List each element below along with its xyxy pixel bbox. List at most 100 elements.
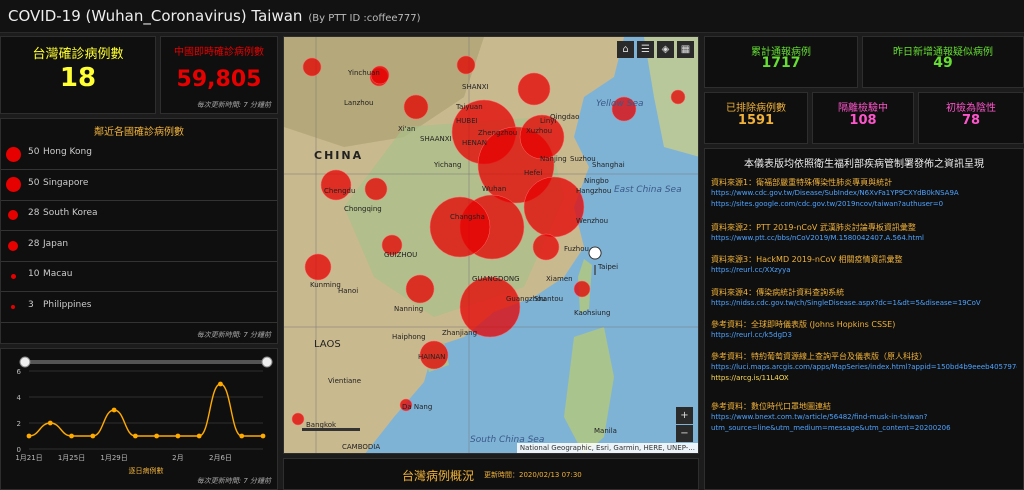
map-label-chongqing: Chongqing	[344, 205, 382, 213]
neighbor-count: 50	[28, 177, 40, 188]
case-bubble[interactable]	[403, 94, 429, 120]
stat-card-in-quarantine: 隔離檢驗中 108	[812, 92, 914, 144]
stat-card-total-reported: 累計通報病例 1717	[704, 36, 858, 88]
data-point	[175, 433, 181, 439]
map-label-xuzhou: Xuzhou	[526, 127, 553, 135]
source-link[interactable]: https://www.cdc.gov.tw/Disease/SubIndex/…	[711, 188, 1017, 199]
basemap-gallery-icon[interactable]: ▦	[677, 41, 694, 58]
case-bubble[interactable]	[429, 196, 491, 258]
case-bubble[interactable]	[459, 276, 521, 338]
case-bubble[interactable]	[302, 57, 322, 77]
map-label-haiphong: Haiphong	[392, 333, 426, 341]
neighbor-countries-panel: 鄰近各國確診病例數 50 Hong Kong 50 Singapore 28 South …	[0, 118, 278, 344]
case-bubble[interactable]	[573, 280, 591, 298]
overview-updated: 更新時間：2020/02/13 07:30	[484, 471, 582, 479]
data-point	[132, 433, 138, 439]
map-label-chengdu: Chengdu	[324, 187, 356, 195]
neighbor-row[interactable]: 28 South Korea	[1, 200, 277, 231]
neighbor-name: Philippines	[43, 299, 92, 310]
source-link[interactable]: https://reurl.cc/XXzyya	[711, 265, 1017, 276]
case-bubble[interactable]	[364, 177, 388, 201]
x-tick-label: 2月6日	[209, 454, 232, 462]
sea-label-east-china-sea: East China Sea	[614, 185, 682, 195]
map-label-nanning: Nanning	[394, 305, 424, 313]
y-tick-label: 0	[17, 446, 21, 454]
stat-card-excluded: 已排除病例數 1591	[704, 92, 808, 144]
layers-icon[interactable]: ◈	[657, 41, 674, 58]
case-bubble[interactable]	[291, 412, 305, 426]
time-slider-track	[25, 360, 267, 364]
zoom-out-button[interactable]: −	[676, 425, 693, 442]
x-tick-label: 1月29日	[100, 454, 127, 462]
source-link[interactable]: https://arcg.is/11L4OX	[711, 373, 1017, 384]
china-confirmed-value: 59,805	[176, 67, 262, 92]
sources-heading: 本儀表版均依照衛生福利部疾病管制署發佈之資訊呈現	[744, 159, 984, 170]
map-label-xian: Xi'an	[398, 125, 416, 133]
data-point	[239, 433, 245, 439]
stat-value: 108	[849, 113, 877, 128]
neighbor-count: 50	[28, 147, 40, 157]
map-label-lanzhou: Lanzhou	[344, 99, 374, 107]
stat-value: 1717	[761, 55, 801, 71]
map-label-cambodia: CAMBODIA	[342, 443, 381, 451]
source-link[interactable]: https://www.bnext.com.tw/article/56482/f…	[711, 412, 1017, 423]
case-bubble[interactable]	[456, 55, 476, 75]
map-view[interactable]: CHINA HUBEI HENAN SHANXI SHAANXI Wuhan S…	[283, 36, 699, 454]
map-label-xiamen: Xiamen	[546, 275, 573, 283]
map-label-china: CHINA	[314, 149, 364, 162]
neighbors-title: 鄰近各國確診病例數	[94, 127, 184, 138]
data-point	[69, 433, 74, 439]
neighbor-row[interactable]: 50 Singapore	[1, 170, 277, 201]
source-link[interactable]: https://sites.google.com/cdc.gov.tw/2019…	[711, 199, 1017, 210]
map-label-shaanxi: SHAANXI	[420, 135, 452, 143]
source-link[interactable]: utm_source=line&utm_medium=message&utm_c…	[711, 423, 1017, 434]
map-label-shanxi: SHANXI	[462, 83, 489, 91]
source-label: 資料來源1：衛福部嚴重特殊傳染性肺炎專頁與統計	[711, 178, 893, 187]
case-size-dot	[5, 146, 21, 162]
case-bubble[interactable]	[523, 176, 585, 238]
stat-card-new-suspected: 昨日新增通報疑似病例 49	[862, 36, 1024, 88]
stat-label: 隔離檢驗中	[838, 103, 888, 114]
map-label-hainan: HAINAN	[418, 353, 446, 361]
case-bubble[interactable]	[517, 72, 551, 106]
map-label-hangzhou: Hangzhou	[576, 187, 612, 195]
taiwan-confirmed-card: 台灣確診病例數 18	[0, 36, 156, 114]
case-bubble[interactable]	[405, 274, 435, 304]
neighbor-name: South Korea	[43, 208, 98, 218]
update-note: 每次更新時間: 7 分鐘前	[196, 477, 271, 485]
time-slider-handle[interactable]	[19, 356, 31, 368]
zoom-in-button[interactable]: +	[676, 407, 693, 424]
map-label-wuhan: Wuhan	[482, 185, 507, 193]
case-bubble[interactable]	[320, 169, 352, 201]
case-bubble[interactable]	[532, 233, 560, 261]
data-point	[218, 381, 223, 387]
neighbor-row[interactable]: 28 Japan	[1, 231, 277, 262]
source-link[interactable]: https://luci.maps.arcgis.com/apps/MapSer…	[711, 362, 1017, 373]
data-point	[196, 433, 202, 439]
app-subtitle: (By PTT ID :coffee777)	[308, 13, 421, 24]
source-link[interactable]: https://www.ptt.cc/bbs/nCoV2019/M.158004…	[711, 233, 1017, 244]
list-icon[interactable]: ☰	[637, 41, 654, 58]
neighbor-row[interactable]: 10 Macau	[1, 261, 277, 292]
source-label: 資料來源3：HackMD 2019-nCoV 相關疫情資訊彙整	[711, 255, 903, 264]
home-icon[interactable]: ⌂	[617, 41, 634, 58]
time-slider-handle[interactable]	[261, 356, 273, 368]
sea-label-yellow-sea: Yellow Sea	[596, 99, 644, 109]
source-link[interactable]: https://reurl.cc/k5dgD3	[711, 330, 1017, 341]
case-size-dot	[11, 304, 15, 309]
neighbor-row[interactable]: 3 Philippines	[1, 292, 277, 323]
neighbor-count: 28	[28, 208, 40, 218]
neighbor-name: Japan	[43, 238, 69, 249]
daily-cases-chart-panel: 0 2 4 6 1月21日 1月25日 1月29日 2月 2月6日 逐日病例數 每次更新時間: 7…	[0, 348, 278, 490]
neighbor-row[interactable]: 50 Hong Kong	[1, 139, 277, 170]
data-point	[26, 433, 32, 439]
map-label-guangdong: GUANGDONG	[472, 275, 520, 283]
neighbor-count: 28	[28, 238, 40, 249]
stat-label: 已排除病例數	[726, 103, 786, 114]
update-note: 每次更新時間: 7 分鐘前	[196, 331, 271, 339]
case-bubble[interactable]	[304, 253, 332, 281]
source-link[interactable]: https://nidss.cdc.gov.tw/ch/SingleDiseas…	[711, 298, 1017, 309]
case-bubble[interactable]	[670, 89, 686, 105]
source-item: 資料來源1：衛福部嚴重特殊傳染性肺炎專頁與統計 https://www.cdc.…	[711, 177, 1017, 210]
map-label-laos: LAOS	[314, 339, 341, 350]
